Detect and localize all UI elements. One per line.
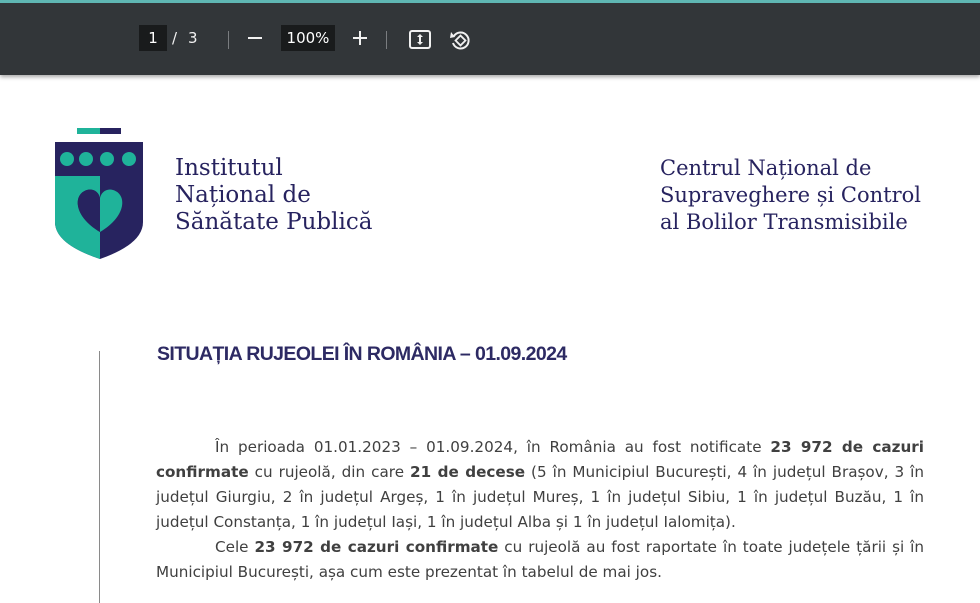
institute-name: Institutul Național de Sănătate Publică [175,155,373,235]
bold-run: 23 972 de cazuri confirmate [254,538,499,556]
plus-icon [353,31,367,45]
paragraph-2: Cele 23 972 de cazuri confirmate cu ruje… [156,535,924,585]
pdf-page: Institutul Național de Sănătate Publică … [0,75,980,603]
toolbar-divider [386,31,387,49]
text-run: Cele [215,538,255,556]
toolbar-divider [228,31,229,49]
fit-to-page-button[interactable] [407,27,433,53]
rotate-icon [450,31,470,50]
text-run: cu rujeolă, din care [248,463,411,481]
text-run: În perioada 01.01.2023 – 01.09.2024, în … [215,438,771,456]
zoom-in-button[interactable] [348,26,372,50]
pdf-toolbar: 1 / 3 100% [0,0,980,75]
insp-logo [55,128,143,259]
page-total: 3 [188,29,198,47]
minus-icon [248,37,262,39]
document-body: În perioada 01.01.2023 – 01.09.2024, în … [156,435,924,585]
zoom-out-button[interactable] [243,26,267,50]
document-title: SITUAȚIA RUJEOLEI ÎN ROMÂNIA – 01.09.202… [157,343,567,365]
bold-run: 21 de decese [410,463,526,481]
fit-page-icon [409,30,431,49]
paragraph-1: În perioada 01.01.2023 – 01.09.2024, în … [156,435,924,535]
center-name: Centrul Național de Supraveghere și Cont… [660,156,921,234]
zoom-level-input[interactable]: 100% [281,25,335,51]
page-separator: / [172,29,178,47]
page-number-input[interactable]: 1 [139,25,167,51]
rotate-button[interactable] [447,27,473,53]
margin-line [99,351,100,603]
